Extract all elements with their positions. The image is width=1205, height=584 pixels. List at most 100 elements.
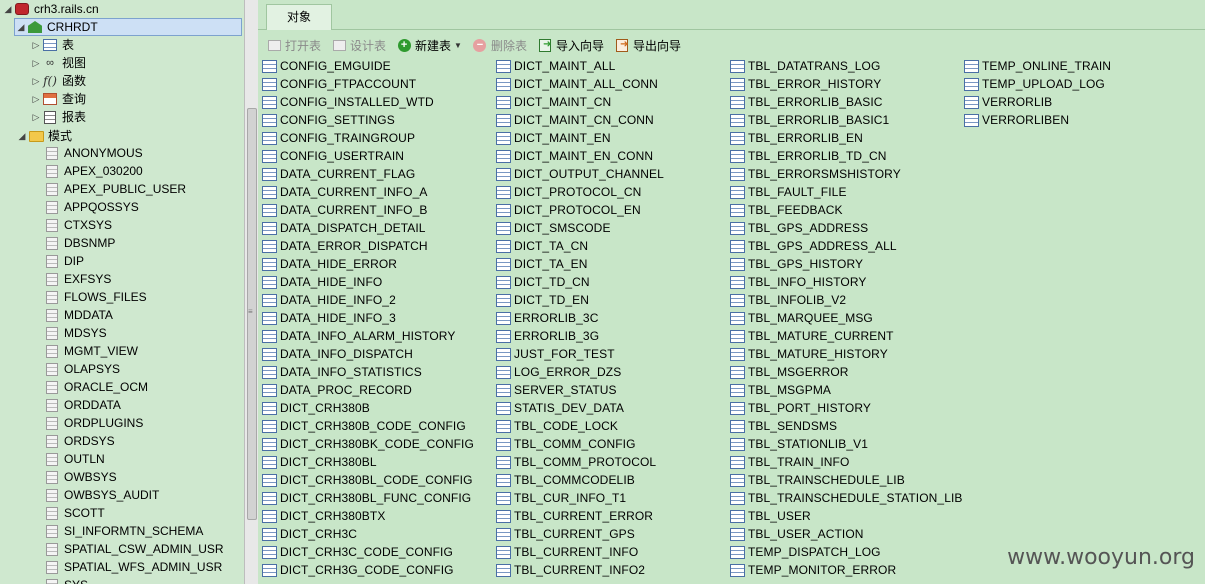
tree-item-functions[interactable]: ▷ f() 函数	[30, 72, 86, 90]
table-item[interactable]: DATA_HIDE_INFO_2	[262, 291, 474, 309]
table-item[interactable]: DATA_PROC_RECORD	[262, 381, 474, 399]
collapse-arrow-icon[interactable]: ◢	[16, 127, 28, 145]
table-item[interactable]: LOG_ERROR_DZS	[496, 363, 664, 381]
import-wizard-button[interactable]: ➜ 导入向导	[537, 37, 604, 54]
table-item[interactable]: TBL_CURRENT_INFO2	[496, 561, 664, 579]
schema-item[interactable]: ORDPLUGINS	[44, 414, 143, 432]
delete-table-button[interactable]: − 删除表	[472, 37, 527, 54]
schema-item[interactable]: EXFSYS	[44, 270, 111, 288]
schema-item[interactable]: SCOTT	[44, 504, 105, 522]
tree-connection[interactable]: ◢ crh3.rails.cn	[2, 0, 99, 18]
table-item[interactable]: TBL_GPS_HISTORY	[730, 255, 963, 273]
table-item[interactable]: SERVER_STATUS	[496, 381, 664, 399]
table-item[interactable]: TBL_CURRENT_ERROR	[496, 507, 664, 525]
table-item[interactable]: DICT_CRH3G_CODE_CONFIG	[262, 561, 474, 579]
table-item[interactable]: DATA_HIDE_INFO	[262, 273, 474, 291]
schema-item[interactable]: DIP	[44, 252, 84, 270]
table-item[interactable]: DICT_CRH380B_CODE_CONFIG	[262, 417, 474, 435]
table-item[interactable]: TBL_MARQUEE_MSG	[730, 309, 963, 327]
table-item[interactable]: ERRORLIB_3C	[496, 309, 664, 327]
table-item[interactable]: VERRORLIBEN	[964, 111, 1111, 129]
table-item[interactable]: DICT_CRH380BK_CODE_CONFIG	[262, 435, 474, 453]
schema-item[interactable]: OWBSYS	[44, 468, 117, 486]
table-item[interactable]: CONFIG_INSTALLED_WTD	[262, 93, 474, 111]
schema-item[interactable]: MDSYS	[44, 324, 107, 342]
table-item[interactable]: ERRORLIB_3G	[496, 327, 664, 345]
table-item[interactable]: DICT_CRH380BL_CODE_CONFIG	[262, 471, 474, 489]
table-item[interactable]: DICT_OUTPUT_CHANNEL	[496, 165, 664, 183]
schema-item[interactable]: OUTLN	[44, 450, 105, 468]
tree-database[interactable]: ◢ CRHRDT	[14, 18, 242, 36]
table-item[interactable]: DICT_MAINT_EN_CONN	[496, 147, 664, 165]
table-item[interactable]: TBL_COMM_PROTOCOL	[496, 453, 664, 471]
table-item[interactable]: TBL_FEEDBACK	[730, 201, 963, 219]
table-item[interactable]: TBL_USER	[730, 507, 963, 525]
table-item[interactable]: TBL_ERRORLIB_BASIC1	[730, 111, 963, 129]
table-item[interactable]: TBL_CODE_LOCK	[496, 417, 664, 435]
schema-item[interactable]: SYS	[44, 576, 88, 584]
table-item[interactable]: DICT_CRH380B	[262, 399, 474, 417]
table-item[interactable]: TBL_COMM_CONFIG	[496, 435, 664, 453]
table-item[interactable]: TBL_TRAINSCHEDULE_STATION_LIB	[730, 489, 963, 507]
table-item[interactable]: TBL_COMMCODELIB	[496, 471, 664, 489]
dropdown-caret-icon[interactable]: ▼	[454, 41, 462, 50]
table-item[interactable]: TEMP_MONITOR_ERROR	[730, 561, 963, 579]
schema-item[interactable]: MGMT_VIEW	[44, 342, 138, 360]
table-item[interactable]: DICT_TD_CN	[496, 273, 664, 291]
table-item[interactable]: TBL_CURRENT_GPS	[496, 525, 664, 543]
expand-arrow-icon[interactable]: ▷	[30, 36, 42, 54]
open-table-button[interactable]: 打开表	[266, 37, 321, 54]
table-item[interactable]: TBL_GPS_ADDRESS_ALL	[730, 237, 963, 255]
table-item[interactable]: DICT_TD_EN	[496, 291, 664, 309]
table-item[interactable]: TBL_ERRORLIB_BASIC	[730, 93, 963, 111]
table-item[interactable]: DATA_HIDE_ERROR	[262, 255, 474, 273]
table-item[interactable]: TEMP_UPLOAD_LOG	[964, 75, 1111, 93]
schema-item[interactable]: SPATIAL_CSW_ADMIN_USR	[44, 540, 224, 558]
table-item[interactable]: VERRORLIB	[964, 93, 1111, 111]
table-item[interactable]: TEMP_ONLINE_TRAIN	[964, 57, 1111, 75]
table-item[interactable]: DICT_MAINT_CN	[496, 93, 664, 111]
table-item[interactable]: TBL_MATURE_HISTORY	[730, 345, 963, 363]
table-item[interactable]: DICT_CRH3C	[262, 525, 474, 543]
table-item[interactable]: CONFIG_SETTINGS	[262, 111, 474, 129]
schema-item[interactable]: OLAPSYS	[44, 360, 120, 378]
table-item[interactable]: DATA_CURRENT_FLAG	[262, 165, 474, 183]
table-item[interactable]: TBL_MSGERROR	[730, 363, 963, 381]
table-item[interactable]: TBL_ERRORSMSHISTORY	[730, 165, 963, 183]
table-item[interactable]: TBL_TRAIN_INFO	[730, 453, 963, 471]
schema-item[interactable]: ORDDATA	[44, 396, 121, 414]
table-item[interactable]: DICT_TA_EN	[496, 255, 664, 273]
tab-objects[interactable]: 对象	[266, 4, 332, 30]
table-item[interactable]: TBL_CUR_INFO_T1	[496, 489, 664, 507]
table-item[interactable]: TBL_PORT_HISTORY	[730, 399, 963, 417]
table-item[interactable]: DICT_CRH3C_CODE_CONFIG	[262, 543, 474, 561]
table-item[interactable]: TBL_ERRORLIB_EN	[730, 129, 963, 147]
schema-item[interactable]: SPATIAL_WFS_ADMIN_USR	[44, 558, 222, 576]
table-item[interactable]: TBL_INFO_HISTORY	[730, 273, 963, 291]
table-item[interactable]: STATIS_DEV_DATA	[496, 399, 664, 417]
table-item[interactable]: DICT_PROTOCOL_EN	[496, 201, 664, 219]
collapse-arrow-icon[interactable]: ◢	[15, 18, 27, 36]
expand-arrow-icon[interactable]: ▷	[30, 72, 42, 90]
expand-arrow-icon[interactable]: ▷	[30, 54, 42, 72]
table-item[interactable]: DICT_MAINT_CN_CONN	[496, 111, 664, 129]
table-item[interactable]: DATA_INFO_STATISTICS	[262, 363, 474, 381]
tree-item-reports[interactable]: ▷ 报表	[30, 108, 86, 126]
schema-item[interactable]: FLOWS_FILES	[44, 288, 147, 306]
export-wizard-button[interactable]: ➜ 导出向导	[614, 37, 681, 54]
table-item[interactable]: DATA_CURRENT_INFO_B	[262, 201, 474, 219]
table-item[interactable]: TBL_ERROR_HISTORY	[730, 75, 963, 93]
table-item[interactable]: DATA_CURRENT_INFO_A	[262, 183, 474, 201]
table-item[interactable]: CONFIG_FTPACCOUNT	[262, 75, 474, 93]
table-item[interactable]: TBL_ERRORLIB_TD_CN	[730, 147, 963, 165]
schema-item[interactable]: ANONYMOUS	[44, 144, 143, 162]
table-item[interactable]: TBL_DATATRANS_LOG	[730, 57, 963, 75]
schema-item[interactable]: OWBSYS_AUDIT	[44, 486, 159, 504]
table-item[interactable]: TBL_TRAINSCHEDULE_LIB	[730, 471, 963, 489]
schema-item[interactable]: ORDSYS	[44, 432, 115, 450]
table-item[interactable]: TBL_INFOLIB_V2	[730, 291, 963, 309]
table-item[interactable]: TBL_MSGPMA	[730, 381, 963, 399]
table-item[interactable]: TBL_FAULT_FILE	[730, 183, 963, 201]
collapse-arrow-icon[interactable]: ◢	[2, 0, 14, 18]
tree-scrollbar[interactable]: ≡	[244, 0, 258, 584]
